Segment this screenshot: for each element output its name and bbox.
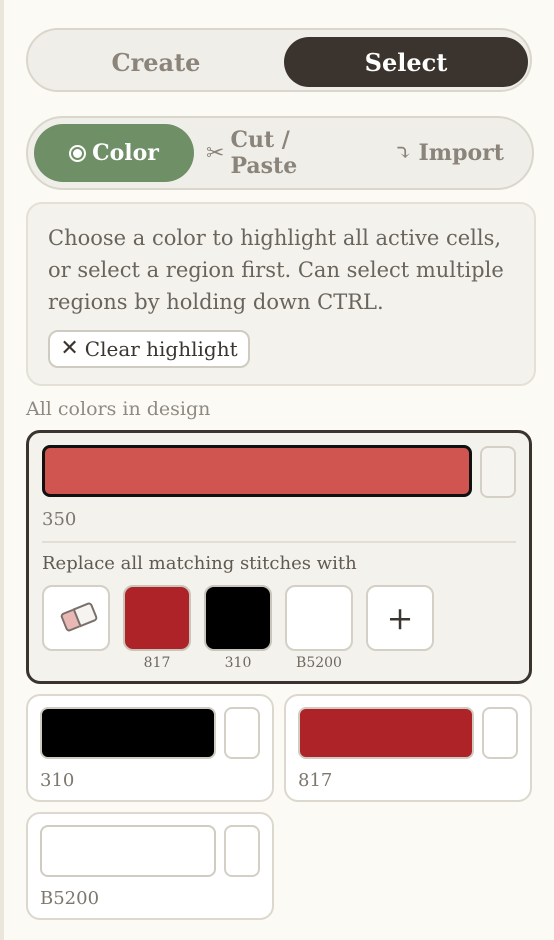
x-icon: ✕ xyxy=(60,336,79,361)
color-toggle[interactable] xyxy=(224,707,260,759)
replace-option-817-label: 817 xyxy=(143,655,171,671)
color-toggle[interactable] xyxy=(482,707,518,759)
replace-option-b5200-label: B5200 xyxy=(296,655,342,671)
all-colors-label: All colors in design xyxy=(26,398,211,420)
replace-option-b5200[interactable] xyxy=(285,585,353,651)
tab-color[interactable]: Color xyxy=(34,124,194,182)
color-card-310[interactable]: 310 xyxy=(26,694,274,802)
eraser-icon xyxy=(59,601,99,633)
clear-highlight-button[interactable]: ✕ Clear highlight xyxy=(48,330,250,368)
divider xyxy=(42,541,516,543)
color-swatch[interactable] xyxy=(40,825,216,877)
info-text: Choose a color to highlight all active c… xyxy=(48,226,504,314)
info-panel: Choose a color to highlight all active c… xyxy=(26,202,536,386)
select-mode-button[interactable]: Select xyxy=(284,37,528,87)
color-code: 817 xyxy=(298,770,333,791)
add-replacement-button[interactable]: + xyxy=(366,585,434,651)
color-toggle[interactable] xyxy=(224,825,260,877)
import-arrow-icon: ⤵ xyxy=(394,140,413,166)
tab-cut-paste[interactable]: ✂ Cut / Paste xyxy=(206,124,358,182)
color-card-817[interactable]: 817 xyxy=(284,694,532,802)
color-swatch[interactable] xyxy=(298,707,474,759)
color-card-b5200[interactable]: B5200 xyxy=(26,812,274,920)
color-code: B5200 xyxy=(40,888,100,909)
color-code: 310 xyxy=(40,770,75,791)
clear-highlight-label: Clear highlight xyxy=(84,337,238,361)
tab-color-label: Color xyxy=(92,140,159,166)
replace-label: Replace all matching stitches with xyxy=(42,553,357,574)
replace-option-310[interactable] xyxy=(204,585,272,651)
mode-toggle: Create Select xyxy=(26,28,532,92)
color-swatch[interactable] xyxy=(40,707,216,759)
selected-color-code: 350 xyxy=(42,509,77,530)
radio-icon xyxy=(69,144,87,162)
tab-import[interactable]: ⤵ Import xyxy=(390,124,508,182)
create-mode-button[interactable]: Create xyxy=(34,37,278,87)
tab-cut-paste-label: Cut / Paste xyxy=(230,127,298,179)
tab-import-label: Import xyxy=(418,140,504,166)
scissors-icon: ✂ xyxy=(206,140,225,166)
replace-option-310-label: 310 xyxy=(224,655,252,671)
select-sub-tabs: Color ✂ Cut / Paste ⤵ Import xyxy=(26,116,534,190)
selected-color-toggle[interactable] xyxy=(480,446,516,498)
left-edge-rule xyxy=(0,0,4,940)
plus-icon: + xyxy=(386,599,414,637)
replace-option-817[interactable] xyxy=(123,585,191,651)
eraser-option[interactable] xyxy=(42,585,110,651)
selected-color-swatch[interactable] xyxy=(42,445,472,497)
selected-color-card[interactable]: 350 Replace all matching stitches with +… xyxy=(26,430,532,684)
